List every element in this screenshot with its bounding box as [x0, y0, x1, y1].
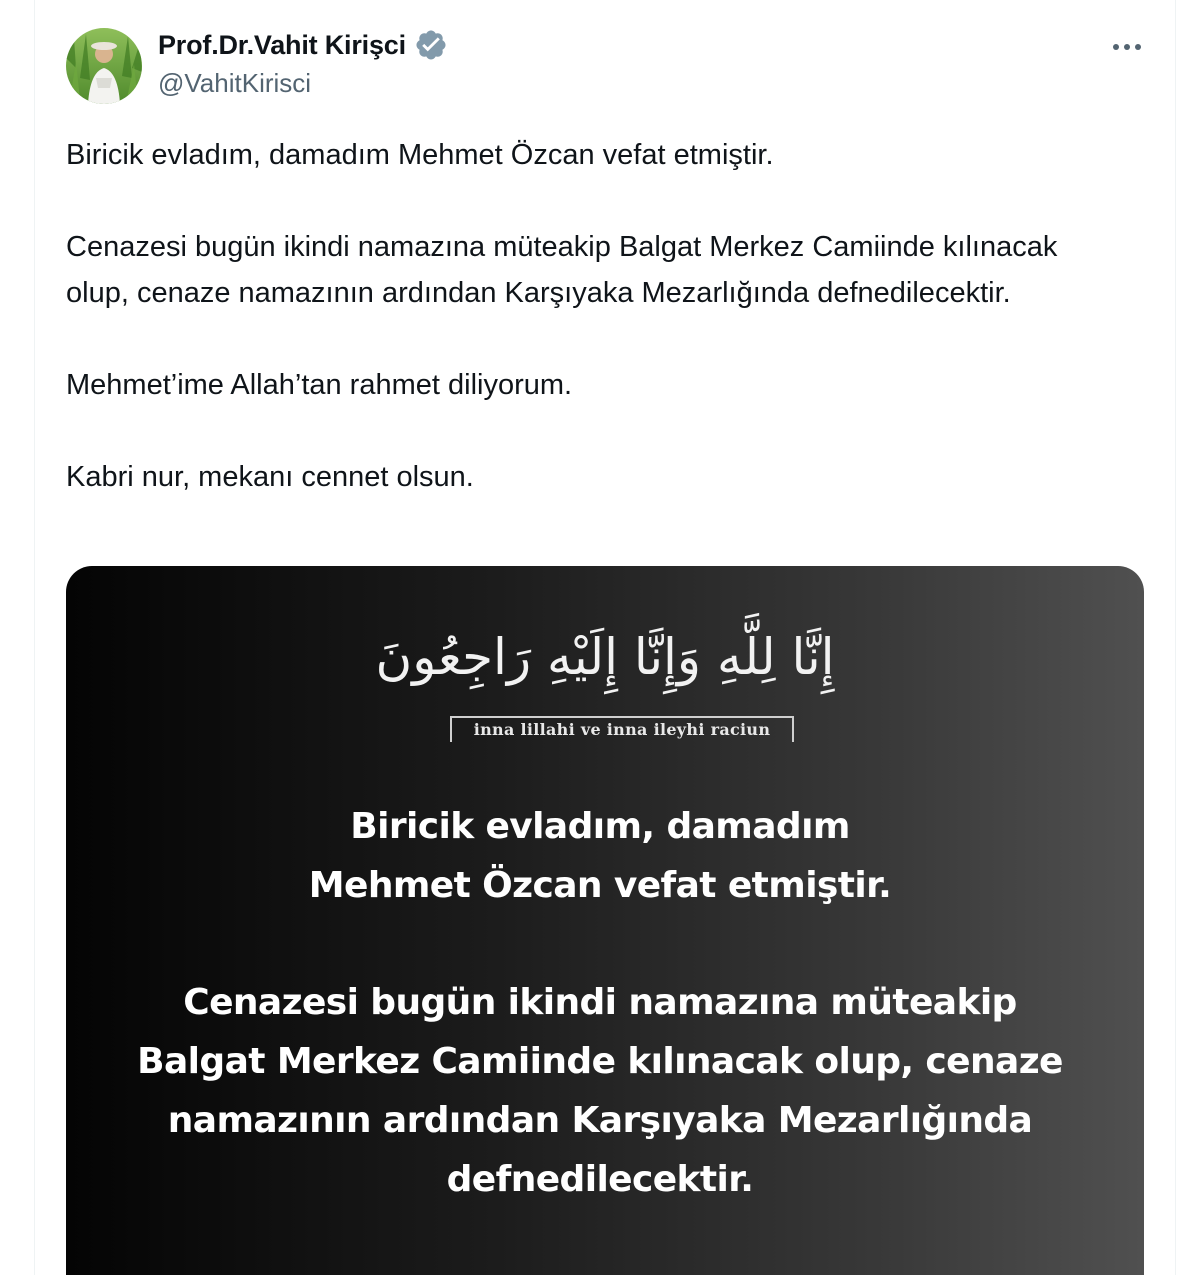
image-line: Balgat Merkez Camiinde kılınacak olup, c… — [137, 1041, 1063, 1082]
author-display-name[interactable]: Prof.Dr.Vahit Kirişci — [158, 30, 406, 61]
tweet-text: Biricik evladım, damadım Mehmet Özcan ve… — [66, 132, 1126, 546]
image-line: Cenazesi bugün ikindi namazına müteakip — [183, 982, 1017, 1023]
image-arabic-text: إِنَّا لِلَّهِ وَإِنَّا إِلَيْهِ رَاجِعُ… — [375, 628, 835, 686]
avatar-image — [66, 28, 142, 104]
tweet-paragraph: Biricik evladım, damadım Mehmet Özcan ve… — [66, 139, 774, 171]
tweet-paragraph: Kabri nur, mekanı cennet olsun. — [66, 461, 474, 493]
tweet-page: Prof.Dr.Vahit Kirişci @VahitKirisci Biri… — [0, 0, 1200, 1275]
image-transliteration: inna lillahi ve inna ileyhi raciun — [473, 720, 771, 739]
more-dots-icon — [1113, 44, 1141, 50]
image-line: Biricik evladım, damadım — [350, 806, 850, 847]
image-line: defnedilecektir. — [446, 1159, 754, 1200]
more-options-button[interactable] — [1106, 32, 1148, 62]
image-line: Mehmet Özcan vefat etmiştir. — [308, 865, 892, 906]
image-line: namazının ardından Karşıyaka Mezarlığınd… — [167, 1100, 1033, 1141]
author-name-row: Prof.Dr.Vahit Kirişci — [158, 28, 448, 62]
tweet-paragraph: Cenazesi bugün ikindi namazına müteakip … — [66, 231, 1058, 309]
verified-badge-icon — [414, 28, 448, 62]
author-handle[interactable]: @VahitKirisci — [158, 68, 311, 99]
avatar[interactable] — [66, 28, 142, 104]
tweet-paragraph: Mehmet’ime Allah’tan rahmet diliyorum. — [66, 369, 573, 401]
